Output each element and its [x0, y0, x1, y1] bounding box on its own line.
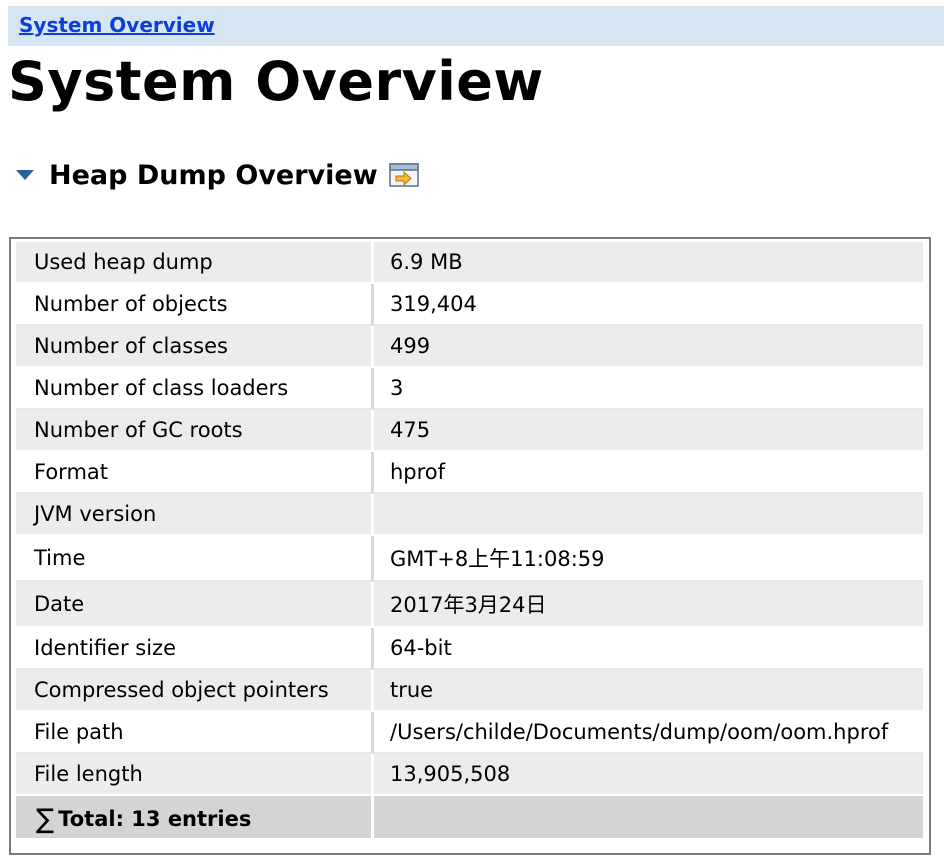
row-name-cell: Number of classes	[16, 326, 374, 368]
section-title: Heap Dump Overview	[49, 159, 378, 191]
row-value-cell: 6.9 MB	[374, 242, 923, 284]
table-row[interactable]: Number of objects 319,404	[16, 284, 923, 326]
row-value-cell: 319,404	[374, 284, 923, 326]
row-name-cell: Identifier size	[16, 628, 374, 670]
table-row[interactable]: Used heap dump 6.9 MB	[16, 242, 923, 284]
row-name-cell: Compressed object pointers	[16, 670, 374, 712]
total-row: ∑ Total: 13 entries	[16, 796, 923, 838]
row-value-cell: 13,905,508	[374, 754, 923, 796]
table-row[interactable]: Time GMT+8上午11:08:59	[16, 536, 923, 582]
row-name-cell: Number of GC roots	[16, 410, 374, 452]
total-value-cell	[374, 796, 923, 838]
section-header: Heap Dump Overview	[14, 158, 420, 192]
row-name-cell: Number of objects	[16, 284, 374, 326]
table-row[interactable]: Number of classes 499	[16, 326, 923, 368]
row-value-cell: 2017年3月24日	[374, 582, 923, 628]
total-cell: ∑ Total: 13 entries	[16, 796, 374, 838]
row-name-cell: File length	[16, 754, 374, 796]
row-value-cell: 475	[374, 410, 923, 452]
row-value-cell: GMT+8上午11:08:59	[374, 536, 923, 582]
table-row[interactable]: File length 13,905,508	[16, 754, 923, 796]
row-name-cell: JVM version	[16, 494, 374, 536]
sigma-icon: ∑	[36, 803, 55, 835]
row-value-cell: true	[374, 670, 923, 712]
total-label: Total: 13 entries	[58, 806, 252, 831]
table-row[interactable]: File path/Users/childe/Documents/dump/oo…	[16, 712, 923, 754]
triangle-down-icon[interactable]	[14, 168, 36, 182]
table-row[interactable]: Number of GC roots 475	[16, 410, 923, 452]
row-value-cell: 3	[374, 368, 923, 410]
row-value-cell: 64-bit	[374, 628, 923, 670]
page-title: System Overview	[8, 50, 544, 113]
table-row[interactable]: JVM version	[16, 494, 923, 536]
details-window-icon[interactable]	[388, 161, 420, 189]
row-name-cell: Format	[16, 452, 374, 494]
breadcrumb: System Overview	[8, 6, 944, 46]
row-value-cell: 499	[374, 326, 923, 368]
row-name-cell: Used heap dump	[16, 242, 374, 284]
table-row[interactable]: Identifier size 64-bit	[16, 628, 923, 670]
row-value-cell	[374, 494, 923, 536]
table-row[interactable]: Compressed object pointers true	[16, 670, 923, 712]
row-name-cell: Date	[16, 582, 374, 628]
row-name-cell: File path	[16, 712, 374, 754]
breadcrumb-link-system-overview[interactable]: System Overview	[19, 13, 215, 37]
table-row[interactable]: Date 2017年3月24日	[16, 582, 923, 628]
overview-grid: Used heap dump 6.9 MB Number of objects 319…	[16, 242, 923, 838]
row-name-cell: Time	[16, 536, 374, 582]
table-row[interactable]: Number of class loaders 3	[16, 368, 923, 410]
table-row[interactable]: Format hprof	[16, 452, 923, 494]
overview-table: Used heap dump 6.9 MB Number of objects 319…	[9, 237, 931, 855]
row-value-cell: hprof	[374, 452, 923, 494]
row-name-cell: Number of class loaders	[16, 368, 374, 410]
row-value-cell: /Users/childe/Documents/dump/oom/oom.hpr…	[374, 712, 923, 754]
